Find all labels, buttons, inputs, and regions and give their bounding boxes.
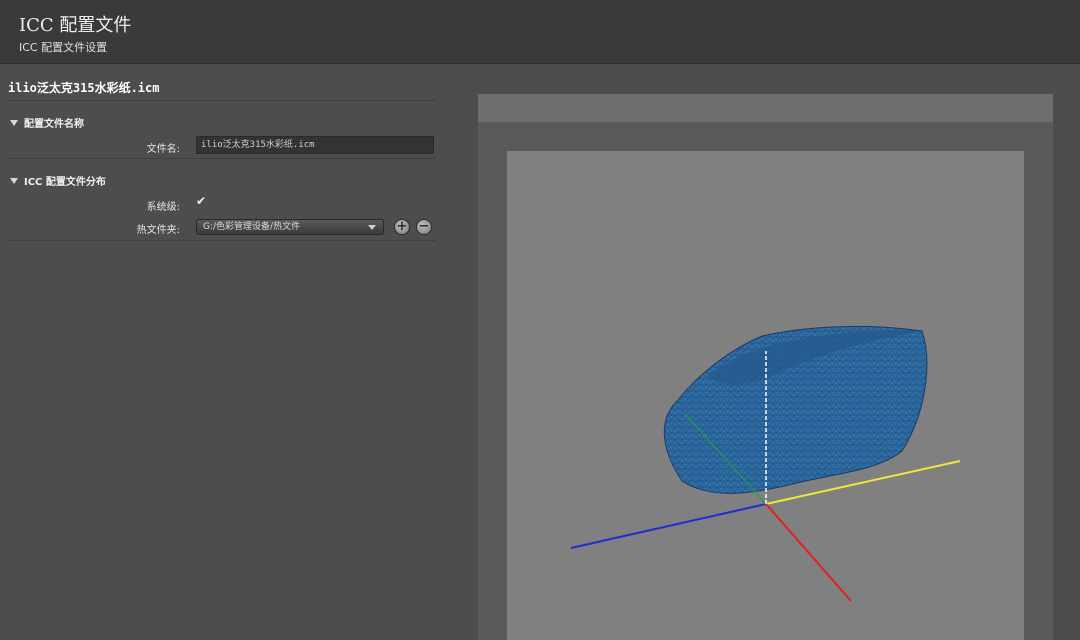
collapse-triangle-icon bbox=[10, 119, 18, 126]
hot-folder-value: G:/色彩管理设备/热文件 bbox=[203, 222, 301, 232]
gamut-3d-render bbox=[570, 325, 961, 602]
divider bbox=[8, 240, 436, 241]
section-distribution-toggle[interactable]: ICC 配置文件分布 bbox=[10, 173, 106, 188]
window-subtitle: ICC 配置文件设置 bbox=[19, 41, 108, 54]
red-axis bbox=[765, 503, 852, 602]
section-profile-name-toggle[interactable]: 配置文件名称 bbox=[10, 115, 84, 130]
system-level-checkbox[interactable]: ✔ bbox=[196, 195, 208, 207]
divider bbox=[8, 100, 436, 101]
window-title: ICC 配置文件 bbox=[19, 15, 132, 36]
hot-folder-select[interactable]: G:/色彩管理设备/热文件 bbox=[196, 219, 384, 235]
add-folder-button[interactable]: + bbox=[394, 219, 410, 235]
collapse-triangle-icon bbox=[10, 177, 18, 184]
gamut-3d-viewport[interactable] bbox=[507, 151, 1024, 640]
section-distribution-title: ICC 配置文件分布 bbox=[24, 177, 106, 188]
remove-folder-button[interactable]: − bbox=[416, 219, 432, 235]
system-level-label: 系统级: bbox=[146, 202, 180, 213]
profile-filename-heading: ilio泛太克315水彩纸.icm bbox=[8, 81, 160, 95]
chevron-down-icon bbox=[368, 225, 376, 230]
blue-axis bbox=[570, 503, 767, 549]
header-bar: ICC 配置文件 ICC 配置文件设置 bbox=[0, 0, 1080, 64]
hot-folder-label: 热文件夹: bbox=[136, 225, 180, 236]
settings-panel: ilio泛太克315水彩纸.icm 配置文件名称 文件名: ilio泛太克315… bbox=[0, 64, 450, 640]
file-name-label: 文件名: bbox=[146, 144, 180, 155]
divider bbox=[8, 158, 436, 159]
section-profile-name-title: 配置文件名称 bbox=[24, 119, 84, 130]
file-name-input[interactable]: ilio泛太克315水彩纸.icm bbox=[196, 136, 434, 154]
viewer-toolbar bbox=[478, 94, 1053, 122]
